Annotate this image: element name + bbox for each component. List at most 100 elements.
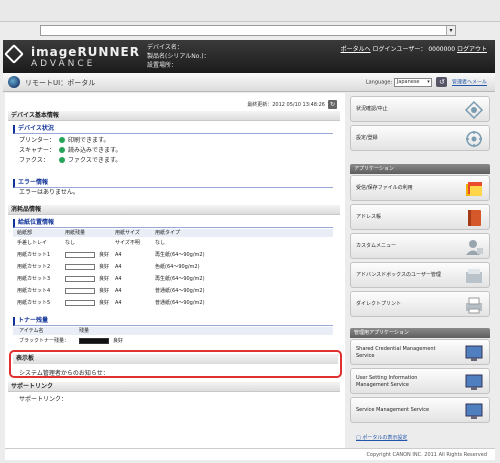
- brand-mark-icon: [4, 44, 24, 64]
- apps-section-title: アプリケーション: [350, 164, 490, 174]
- copyright: Copyright CANON INC. 2011 All Rights Res…: [366, 452, 487, 458]
- paper-remaining: 良好: [99, 288, 110, 294]
- language-select[interactable]: Japanese ▾: [393, 77, 432, 87]
- toner-status: 良好: [113, 338, 124, 344]
- tile-settings-label: 設定/登録: [356, 135, 378, 141]
- status-printer-value: 印刷できます。: [68, 137, 110, 144]
- paper-level-fill: [66, 301, 94, 305]
- paper-type: 色紙(64～90g/m2): [155, 264, 200, 270]
- subsection-error-info: エラー情報: [13, 179, 333, 188]
- advanced-box-icon: [466, 269, 482, 283]
- paper-remaining: 良好: [99, 300, 110, 306]
- paper-level-bar: [65, 252, 95, 258]
- col-remaining: 用紙残量: [65, 230, 86, 236]
- table-row: 用紙カセット2 良好 A4 色紙(64～90g/m2): [13, 262, 333, 272]
- paper-level-fill: [66, 277, 94, 281]
- tile-status-monitor[interactable]: 状況確認/中止: [350, 96, 490, 122]
- paper-size: サイズ不明: [115, 240, 140, 246]
- portal-link[interactable]: ポータルへ: [341, 46, 371, 53]
- table-row: 手差しトレイ なし サイズ不明 なし: [13, 238, 333, 248]
- paper-table-header: 給紙部 用紙残量 用紙サイズ 用紙タイプ: [13, 229, 333, 237]
- stored-files-icon: [466, 182, 482, 196]
- paper-size: A4: [115, 264, 122, 270]
- tile-service-management[interactable]: Service Management Service: [350, 397, 490, 423]
- table-row: 用紙カセット5 良好 A4 普通紙(64～90g/m2): [13, 298, 333, 308]
- tile-settings[interactable]: 設定/登録: [350, 125, 490, 151]
- paper-size: A4: [115, 288, 122, 294]
- tile-custom-menu-label: カスタムメニュー: [356, 243, 397, 249]
- product-name-label: 製品名(シリアルNo.)：: [147, 53, 210, 60]
- toner-name: ブラックトナー残量：: [19, 338, 70, 344]
- address-dropdown-icon[interactable]: ▾: [446, 26, 455, 35]
- col-level: 残量: [79, 328, 90, 334]
- location-label: 設置場所：: [147, 62, 178, 69]
- tile-user-setting-label: User Setting Information Management Servi…: [356, 375, 417, 389]
- status-monitor-icon: [464, 100, 484, 120]
- status-fax: ファクスできます。: [59, 157, 121, 165]
- paper-level-bar: [65, 264, 95, 270]
- ok-status-icon: [59, 147, 65, 153]
- login-user-label: ログインユーザー：: [372, 46, 427, 53]
- admin-mail-link[interactable]: 管理者へメール: [452, 80, 487, 86]
- paper-level-fill: [66, 265, 94, 269]
- paper-level-fill: [66, 289, 94, 293]
- tile-stored-files[interactable]: 受信/保存ファイルの利用: [350, 175, 490, 201]
- language-value: Japanese: [396, 78, 420, 85]
- portal-settings-link[interactable]: □ ポータルの表示設定: [356, 434, 407, 441]
- col-item: アイテム名: [19, 328, 44, 334]
- table-row: 用紙カセット1 良好 A4 再生紙(64～90g/m2): [13, 250, 333, 260]
- language-selector: Language: Japanese ▾ ↺ 管理者へメール: [366, 77, 487, 87]
- chevron-down-icon: ▾: [427, 78, 430, 85]
- header-actions: ポータルへ ログインユーザー： 0000000 ログアウト: [341, 44, 487, 53]
- logout-link[interactable]: ログアウト: [457, 46, 487, 53]
- status-printer-label: プリンター：: [19, 137, 56, 144]
- tile-address-book-label: アドレス帳: [356, 214, 382, 220]
- tile-user-setting-line1: User Setting Information: [356, 375, 418, 381]
- paper-level-bar: [65, 288, 95, 294]
- tile-shared-credential-line2: Service: [356, 353, 375, 359]
- portal-bar: リモートUI：ポータル Language: Japanese ▾ ↺ 管理者へメー…: [3, 73, 495, 92]
- paper-type: 再生紙(64～90g/m2): [155, 276, 205, 282]
- tile-address-book[interactable]: アドレス帳: [350, 204, 490, 230]
- paper-source: 用紙カセット3: [17, 276, 51, 282]
- paper-remaining: 良好: [99, 252, 110, 258]
- status-fax-label: ファクス：: [19, 157, 49, 164]
- tile-user-setting-info[interactable]: User Setting Information Management Servi…: [350, 368, 490, 394]
- browser-toolbar: [0, 0, 500, 22]
- section-consumables: 消耗品情報: [8, 205, 340, 215]
- address-bar[interactable]: ▾: [40, 25, 456, 36]
- page-title: リモートUI：ポータル: [25, 79, 96, 87]
- paper-source: 用紙カセット2: [17, 264, 51, 270]
- section-device-basic-info: デバイス基本情報: [8, 111, 340, 121]
- status-scanner-label: スキャナー：: [19, 147, 56, 154]
- support-link-label: サポートリンク：: [19, 396, 68, 403]
- monitor-icon: [465, 374, 483, 390]
- paper-source: 用紙カセット4: [17, 288, 51, 294]
- notice-title: 表示板: [13, 354, 338, 364]
- subsection-toner: トナー残量: [13, 317, 333, 326]
- paper-source: 用紙カセット5: [17, 300, 51, 306]
- admin-apps-section-title: 管理用アプリケーション: [350, 328, 490, 338]
- error-text: エラーはありません。: [19, 189, 79, 196]
- language-apply-button[interactable]: ↺: [436, 77, 448, 87]
- brand-name: imageRUNNER: [31, 45, 140, 59]
- paper-type: なし: [155, 240, 166, 246]
- toner-level-bar: [79, 338, 109, 344]
- tile-advanced-box-label: アドバンスドボックスのユーザー管理: [356, 272, 441, 278]
- portal-globe-icon: [8, 76, 20, 88]
- status-fax-value: ファクスできます。: [68, 157, 122, 164]
- refresh-button[interactable]: ↻: [328, 100, 337, 109]
- monitor-icon: [465, 403, 483, 419]
- ok-status-icon: [59, 137, 65, 143]
- toner-level-fill: [80, 339, 108, 343]
- col-source: 給紙部: [17, 230, 33, 236]
- tile-advanced-box-users[interactable]: アドバンスドボックスのユーザー管理: [350, 262, 490, 288]
- ok-status-icon: [59, 157, 65, 163]
- paper-size: A4: [115, 300, 122, 306]
- paper-source: 用紙カセット1: [17, 252, 51, 258]
- toner-table-header: アイテム名 残量: [13, 327, 333, 335]
- language-label: Language:: [365, 79, 393, 86]
- tile-custom-menu[interactable]: カスタムメニュー: [350, 233, 490, 259]
- tile-direct-print[interactable]: ダイレクトプリント: [350, 291, 490, 317]
- tile-shared-credential[interactable]: Shared Credential Management Service: [350, 339, 490, 365]
